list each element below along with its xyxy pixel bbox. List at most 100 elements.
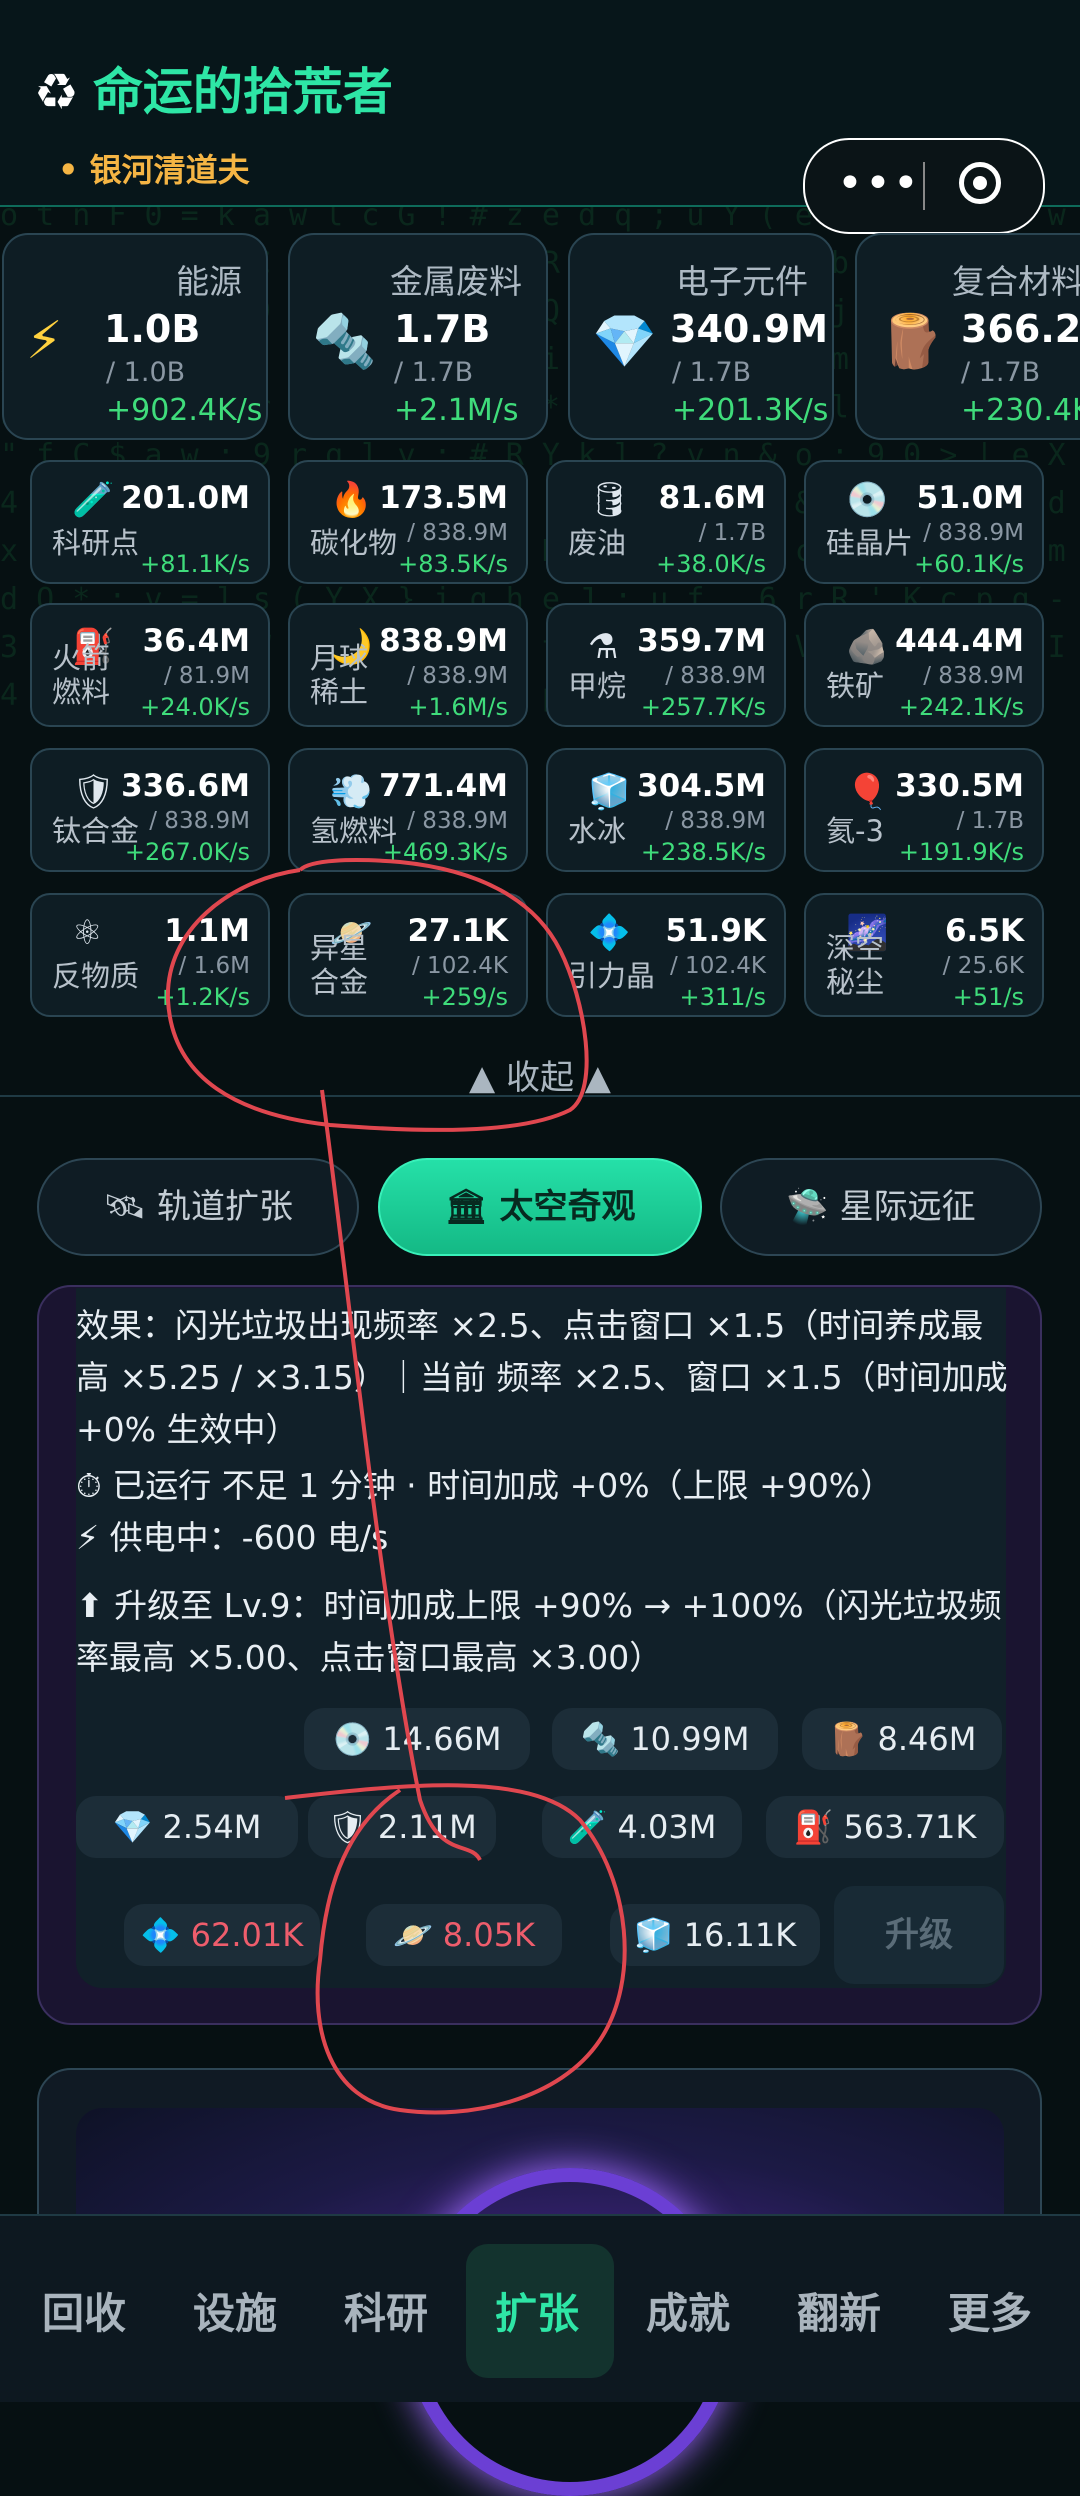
- power-status: ⚡ 供电中：-600 电/s: [76, 1518, 389, 1557]
- resource-name: 反物质: [52, 959, 140, 993]
- cost-amount: 8.46M: [877, 1720, 977, 1758]
- cost-resource-icon: 🪐: [392, 1916, 433, 1954]
- resource-card-alien-alloy[interactable]: 🪐 异星合金 27.1K/ 102.4K +259/s: [288, 893, 528, 1017]
- cost-chip: 🛡 2.11M: [308, 1796, 496, 1858]
- resource-card-composite[interactable]: 复合材料 🪵 366.2M / 1.7B +230.4K/s: [855, 233, 1080, 440]
- lightning-icon: ⚡: [26, 311, 63, 371]
- cost-resource-icon: 💎: [112, 1808, 153, 1846]
- cost-chip: 💎 2.54M: [76, 1796, 298, 1858]
- resource-value: 771.4M: [379, 768, 508, 804]
- cost-amount: 14.66M: [382, 1720, 502, 1758]
- nav-renovate[interactable]: 翻新: [797, 2280, 881, 2341]
- cost-chip: 🪵 8.46M: [802, 1708, 1002, 1770]
- antimatter-icon: ⚛: [72, 913, 103, 953]
- more-options-icon[interactable]: •••: [837, 158, 921, 209]
- resource-card-metal-scrap[interactable]: 金属废料 🔩 1.7B / 1.7B +2.1M/s: [288, 233, 548, 440]
- silicon-wafer-icon: 💿: [846, 480, 889, 520]
- resource-rate: +469.3K/s: [382, 838, 508, 866]
- cost-resource-icon: 🧊: [633, 1916, 674, 1954]
- nav-recycle[interactable]: 回收: [42, 2280, 126, 2341]
- resource-value: 1.7B: [394, 307, 491, 351]
- app-header: ♻ 命运的拾荒者 • 银河清道夫 •••: [0, 0, 1080, 234]
- cost-amount: 62.01K: [190, 1916, 304, 1954]
- resource-card-carbide[interactable]: 🔥 碳化物 173.5M / 838.9M +83.5K/s: [288, 460, 528, 584]
- resource-cap: / 838.9M: [407, 808, 508, 834]
- cost-chip: 🧪 4.03M: [542, 1796, 742, 1858]
- resource-value: 1.1M: [164, 913, 250, 949]
- upgrade-description: ⬆ 升级至 Lv.9：时间加成上限 +90% → +100%（闪光垃圾频率最高 …: [76, 1586, 1002, 1677]
- resource-card-hydrogen-fuel[interactable]: 💨 氢燃料 771.4M/ 838.9M +469.3K/s: [288, 748, 528, 872]
- resource-cap: / 25.6K: [942, 953, 1024, 979]
- cost-resource-icon: 💠: [140, 1916, 181, 1954]
- upgrade-button[interactable]: 升级: [834, 1886, 1004, 1984]
- nav-more[interactable]: 更多: [948, 2280, 1032, 2341]
- cost-amount: 16.11K: [683, 1916, 797, 1954]
- resource-name: 能源: [176, 262, 242, 301]
- resource-card-iron-ore[interactable]: 🪨 铁矿 444.4M / 838.9M +242.1K/s: [804, 603, 1044, 727]
- cost-chip: 💿 14.66M: [304, 1708, 530, 1770]
- tab-space-wonders[interactable]: 🏛 太空奇观: [378, 1158, 702, 1256]
- resource-card-waste-oil[interactable]: 🛢 废油 81.6M / 1.7B +38.0K/s: [546, 460, 786, 584]
- nav-research[interactable]: 科研: [344, 2280, 428, 2341]
- resource-value: 81.6M: [658, 480, 766, 516]
- resource-value: 173.5M: [379, 480, 508, 516]
- methane-icon: ⚗: [588, 627, 619, 667]
- resource-name: 复合材料: [952, 262, 1080, 301]
- log-icon: 🪵: [879, 312, 944, 372]
- resource-card-titanium-alloy[interactable]: 🛡 钛合金 336.6M/ 838.9M +267.0K/s: [30, 748, 270, 872]
- resource-cap: / 81.9M: [163, 663, 250, 689]
- tab-interstellar-expedition[interactable]: 🛸 星际远征: [720, 1158, 1042, 1256]
- resource-value: 27.1K: [407, 913, 508, 949]
- cost-amount: 4.03M: [617, 1808, 717, 1846]
- close-target-icon[interactable]: [959, 162, 1001, 204]
- resource-card-silicon-wafer[interactable]: 💿 硅晶片 51.0M / 838.9M +60.1K/s: [804, 460, 1044, 584]
- resource-rate: +902.4K/s: [106, 393, 263, 428]
- resource-card-methane[interactable]: ⚗ 甲烷 359.7M / 838.9M +257.7K/s: [546, 603, 786, 727]
- runtime-status: ⏱ 已运行 不足 1 分钟 · 时间加成 +0%（上限 +90%）: [76, 1466, 894, 1505]
- resource-rate: +201.3K/s: [672, 393, 829, 428]
- nav-achievements[interactable]: 成就: [646, 2280, 730, 2341]
- resource-card-research-points[interactable]: 🧪 科研点 201.0M +81.1K/s: [30, 460, 270, 584]
- resource-cap: / 1.0B: [106, 357, 186, 388]
- waste-oil-icon: 🛢: [588, 480, 632, 520]
- resource-card-deep-space-dust[interactable]: 🌌 深空秘尘 6.5K/ 25.6K +51/s: [804, 893, 1044, 1017]
- diamond-icon: 💎: [592, 312, 657, 372]
- resource-value: 838.9M: [379, 623, 508, 659]
- research-points-icon: 🧪: [72, 480, 115, 520]
- cost-amount: 2.54M: [162, 1808, 262, 1846]
- resource-card-lunar-rare-earth[interactable]: 🌙 月球稀土 838.9M/ 838.9M +1.6M/s: [288, 603, 528, 727]
- resource-rate: +242.1K/s: [898, 693, 1024, 721]
- resource-card-electronics[interactable]: 电子元件 💎 340.9M / 1.7B +201.3K/s: [568, 233, 834, 440]
- nav-facilities[interactable]: 设施: [193, 2280, 277, 2341]
- tab-orbital-expansion[interactable]: 🛰 轨道扩张: [37, 1158, 359, 1256]
- resource-card-graviton-crystal[interactable]: 💠 引力晶 51.9K / 102.4K +311/s: [546, 893, 786, 1017]
- resource-rate: +257.7K/s: [640, 693, 766, 721]
- collapse-toggle[interactable]: ▲ 收起 ▲: [0, 1050, 1080, 1099]
- nav-expansion[interactable]: 扩张: [495, 2280, 579, 2341]
- resource-name: 引力晶: [568, 959, 656, 993]
- resource-name: 异星合金: [310, 931, 369, 999]
- resource-value: 336.6M: [121, 768, 250, 804]
- cost-resource-icon: 🛡: [327, 1808, 368, 1846]
- resource-value: 1.0B: [104, 307, 201, 351]
- resource-card-rocket-fuel[interactable]: ⛽ 火箭燃料 36.4M/ 81.9M +24.0K/s: [30, 603, 270, 727]
- resource-rate: +311/s: [679, 983, 766, 1011]
- resource-rate: +1.6M/s: [408, 693, 508, 721]
- resource-name: 水冰: [568, 814, 627, 848]
- resource-card-water-ice[interactable]: 🧊 水冰 304.5M / 838.9M +238.5K/s: [546, 748, 786, 872]
- miniapp-capsule: •••: [803, 138, 1045, 234]
- resource-value: 359.7M: [637, 623, 766, 659]
- cost-chip: 🪐 8.05K: [366, 1904, 562, 1966]
- resource-rate: +191.9K/s: [898, 838, 1024, 866]
- resource-name: 金属废料: [390, 262, 522, 301]
- resource-cap: / 838.9M: [407, 663, 508, 689]
- resource-card-energy[interactable]: 能源 ⚡ 1.0B / 1.0B +902.4K/s: [2, 233, 268, 440]
- cost-chip: 🔩 10.99M: [552, 1708, 778, 1770]
- resource-cap: / 838.9M: [149, 808, 250, 834]
- resource-value: 304.5M: [637, 768, 766, 804]
- resource-card-antimatter[interactable]: ⚛ 反物质 1.1M / 1.6M +1.2K/s: [30, 893, 270, 1017]
- resource-cap: / 838.9M: [665, 663, 766, 689]
- cost-chip: ⛽ 563.71K: [766, 1796, 1004, 1858]
- resource-card-helium-3[interactable]: 🎈 氦-3 330.5M / 1.7B +191.9K/s: [804, 748, 1044, 872]
- section-divider: [0, 1095, 1080, 1097]
